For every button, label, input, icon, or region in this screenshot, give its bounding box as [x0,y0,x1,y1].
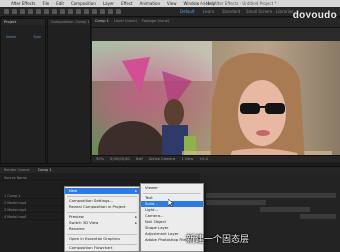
view-layout-dropdown[interactable]: 1 View [181,157,193,161]
menu-layer[interactable]: Layer [103,0,114,7]
pen-tool-icon[interactable] [68,9,73,14]
submenu-item-viewer[interactable]: Viewer [141,185,203,191]
viewer-controls-bar: 50% 0;00;00;00 Half Active Camera 1 View… [92,155,340,162]
shape-tool-icon[interactable] [60,9,65,14]
current-time[interactable]: 0;00;00;00 [110,157,130,161]
menu-item-reveal-composition[interactable]: Reveal Composition in Project [65,204,139,210]
video-frame [92,41,340,162]
home-icon[interactable] [4,9,9,14]
window-title: Adobe After Effects - Untitled Project * [200,1,277,6]
divider [67,234,137,235]
brush-tool-icon[interactable] [84,9,89,14]
menu-item-composition-flowchart[interactable]: Composition Flowchart [65,245,139,251]
tab-layer[interactable]: Layer (none) [114,19,137,23]
workspace-default[interactable]: Default [180,8,195,16]
puppet-tool-icon[interactable] [116,9,121,14]
resolution-dropdown[interactable]: Half [136,157,143,161]
menu-animation[interactable]: Animation [140,0,160,7]
tab-render-queue[interactable]: Render Queue [4,168,30,172]
tools-panel: Default Learn Standard Small Screen Libr… [0,7,340,17]
mouse-cursor-icon [168,199,174,207]
hand-tool-icon[interactable] [20,9,25,14]
type-tool-icon[interactable] [76,9,81,14]
workspace-learn[interactable]: Learn [203,8,214,16]
timeline-tabbar: Render Queue Comp 1 [0,166,340,173]
camera-dropdown[interactable]: Active Camera [149,157,175,161]
menu-view[interactable]: View [167,0,177,7]
tab-composition[interactable]: Composition: Comp 1 [51,20,90,24]
clone-tool-icon[interactable] [92,9,97,14]
menu-edit[interactable]: Edit [56,0,64,7]
layer-bar[interactable] [300,214,336,219]
workspace-standard[interactable]: Standard [222,8,240,16]
zoom-tool-icon[interactable] [28,9,33,14]
menu-app[interactable]: After Effects [11,0,35,7]
effect-controls-tabbar: Composition: Comp 1 [48,19,90,25]
mac-menubar: After Effects File Edit Composition Laye… [0,0,340,7]
tab-comp-1[interactable]: Comp 1 [95,19,109,23]
effect-controls-panel: Composition: Comp 1 [47,18,91,164]
rotate-tool-icon[interactable] [36,9,41,14]
video-frame-image [92,41,340,162]
divider [143,193,201,194]
project-panel: Project Name Type [0,18,46,164]
viewer-tabbar: Comp 1 Layer (none) Footage (none) [92,18,340,28]
chevron-right-icon: ▸ [135,189,137,193]
exposure-value[interactable]: +0.0 [199,157,208,161]
menu-composition[interactable]: Composition [71,0,96,7]
composition-viewer[interactable] [92,28,340,162]
menu-effect[interactable]: Effect [121,0,133,7]
layer-bar[interactable] [206,193,336,198]
menu-window[interactable]: Window [184,0,200,7]
tab-timeline-comp-1[interactable]: Comp 1 [38,168,52,172]
menu-item-new[interactable]: New ▸ [65,188,139,194]
tab-footage[interactable]: Footage (none) [142,19,169,23]
menu-file[interactable]: File [42,0,49,7]
workspace-libraries[interactable]: Libraries [276,8,293,16]
layer-bar[interactable] [206,200,266,205]
column-type[interactable]: Type [33,35,41,39]
video-subtitle: 新建一个固态层 [186,235,250,245]
selection-tool-icon[interactable] [12,9,17,14]
column-name[interactable]: Name [6,35,16,39]
eraser-tool-icon[interactable] [100,9,105,14]
tab-project[interactable]: Project [4,20,16,24]
workspace-small-screen[interactable]: Small Screen [246,8,272,16]
roto-tool-icon[interactable] [108,9,113,14]
layer-bar[interactable] [260,207,310,212]
divider [67,196,137,197]
context-menu: New ▸ Composition Settings... Reveal Comp… [64,186,140,252]
camera-tool-icon[interactable] [44,9,49,14]
layer-header: Source Name [0,175,200,181]
menu-item-open-essential-graphics[interactable]: Open in Essential Graphics [65,236,139,242]
pan-behind-tool-icon[interactable] [52,9,57,14]
divider [67,212,137,213]
zoom-dropdown[interactable]: 50% [96,157,104,161]
menu-item-rename[interactable]: Rename [65,226,139,232]
project-tabbar: Project [1,19,45,25]
